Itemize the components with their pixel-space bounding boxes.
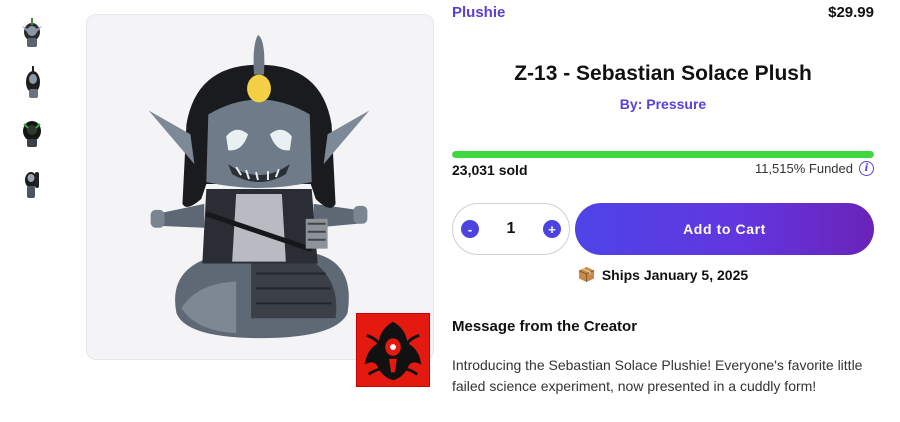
quantity-stepper: - 1 + (452, 203, 570, 255)
quantity-value[interactable]: 1 (507, 220, 516, 238)
thumbnail-1[interactable] (18, 12, 46, 52)
funding-progress-bar (452, 151, 874, 158)
message-body: Introducing the Sebastian Solace Plushie… (452, 357, 863, 394)
info-icon[interactable]: i (859, 161, 874, 176)
thumbnail-2[interactable] (18, 62, 46, 102)
increment-button[interactable]: + (543, 220, 561, 238)
add-to-cart-button[interactable]: Add to Cart (575, 203, 874, 255)
creator-logo[interactable] (356, 313, 430, 387)
message-heading: Message from the Creator (452, 318, 638, 335)
creator-link[interactable]: By: Pressure (452, 96, 874, 112)
funding-progress-fill (452, 151, 874, 158)
category-link[interactable]: Plushie (452, 4, 505, 21)
ship-date: Ships January 5, 2025 (601, 266, 749, 283)
decrement-button[interactable]: - (461, 220, 479, 238)
plush-illustration (148, 34, 370, 339)
thumbnail-3[interactable] (18, 112, 46, 152)
price: $29.99 (828, 4, 874, 21)
funded-percent: 11,515% Funded (754, 161, 853, 176)
funded-status: 11,515% Funded i (755, 161, 874, 176)
package-icon (578, 267, 595, 282)
shipping-info: Ships January 5, 2025 (452, 266, 874, 283)
thumbnail-list (18, 12, 46, 212)
product-image[interactable] (86, 14, 434, 360)
product-title: Z-13 - Sebastian Solace Plush (514, 62, 812, 85)
sold-count: 23,031 sold (452, 162, 528, 178)
thumbnail-4[interactable] (18, 162, 46, 202)
pressure-logo-icon (357, 314, 429, 386)
